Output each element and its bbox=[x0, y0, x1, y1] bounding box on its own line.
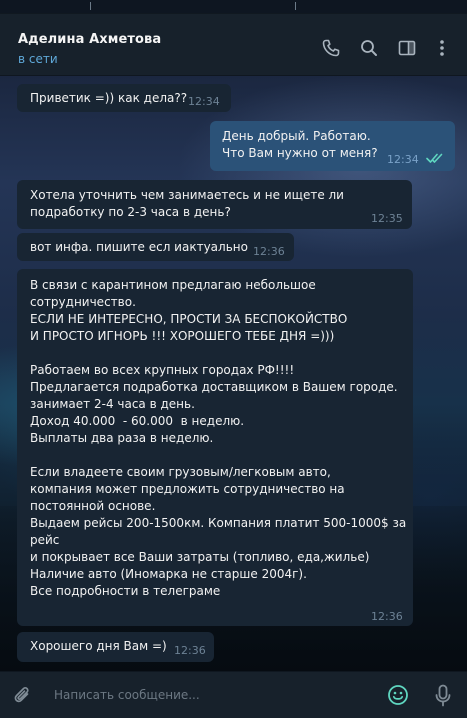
more-vertical-icon[interactable] bbox=[432, 38, 452, 58]
contact-status: в сети bbox=[18, 52, 58, 66]
sidebar-toggle-icon[interactable] bbox=[397, 38, 417, 58]
message-time: 12:35 bbox=[371, 212, 403, 225]
message-time: 12:36 bbox=[174, 644, 206, 657]
message-composer: Написать сообщение... bbox=[0, 671, 467, 718]
microphone-icon[interactable] bbox=[434, 684, 452, 708]
attach-icon[interactable] bbox=[13, 685, 33, 707]
message-incoming[interactable]: В связи с карантином предлагаю небольшое… bbox=[17, 269, 413, 626]
read-receipt-icon bbox=[426, 152, 444, 164]
message-incoming[interactable]: Хорошего дня Вам =) 12:36 bbox=[17, 632, 214, 662]
strip-mark bbox=[90, 2, 91, 10]
chat-history[interactable]: Приветик =)) как дела?? 12:34 День добры… bbox=[0, 76, 467, 671]
message-text: День добрый. Работаю. Что Вам нужно от м… bbox=[222, 129, 378, 160]
contact-name[interactable]: Аделина Ахметова bbox=[18, 32, 161, 47]
emoji-icon[interactable] bbox=[387, 684, 409, 706]
strip-mark bbox=[295, 2, 296, 10]
message-outgoing[interactable]: День добрый. Работаю. Что Вам нужно от м… bbox=[210, 121, 455, 171]
message-text: В связи с карантином предлагаю небольшое… bbox=[30, 278, 407, 598]
message-time: 12:34 bbox=[188, 95, 220, 108]
message-time: 12:36 bbox=[371, 610, 403, 623]
search-icon[interactable] bbox=[359, 38, 379, 58]
message-text: Приветик =)) как дела?? bbox=[30, 91, 188, 105]
message-incoming[interactable]: Приветик =)) как дела?? 12:34 bbox=[17, 84, 231, 112]
message-input[interactable]: Написать сообщение... bbox=[54, 688, 200, 702]
message-time: 12:34 bbox=[387, 153, 419, 166]
message-text: Хотела уточнить чем занимаетесь и не ище… bbox=[30, 188, 344, 219]
message-text: Хорошего дня Вам =) bbox=[30, 639, 167, 653]
window-top-strip bbox=[0, 0, 467, 14]
phone-icon[interactable] bbox=[321, 38, 341, 58]
message-text: вот инфа. пишите есл иактуально bbox=[30, 240, 248, 254]
message-time: 12:36 bbox=[253, 245, 285, 258]
message-incoming[interactable]: Хотела уточнить чем занимаетесь и не ище… bbox=[17, 180, 412, 229]
chat-header: Аделина Ахметова в сети bbox=[0, 14, 467, 76]
message-incoming[interactable]: вот инфа. пишите есл иактуально 12:36 bbox=[17, 233, 294, 261]
